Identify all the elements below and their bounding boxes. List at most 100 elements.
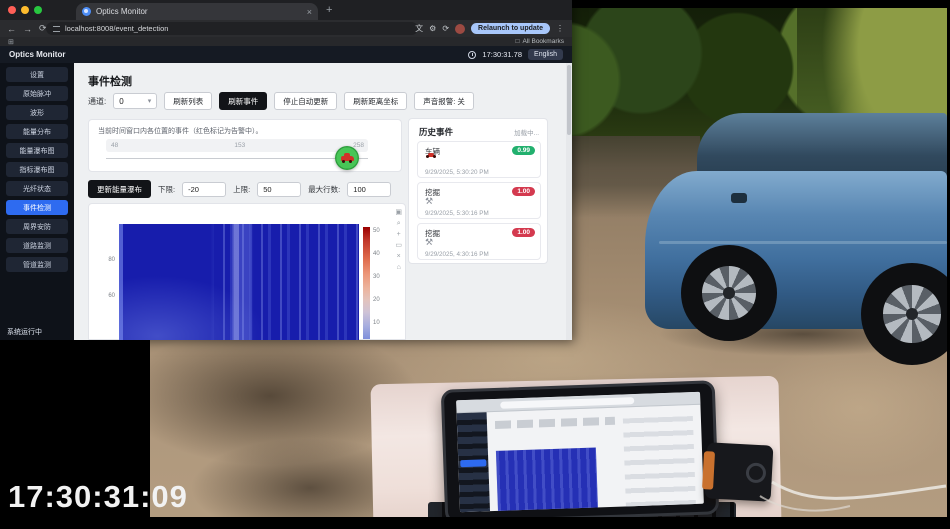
update-waterfall-button[interactable]: 更新能量瀑布 (88, 180, 151, 198)
tablet-app-active-item (460, 459, 486, 467)
colorbar-tick: 50 (373, 228, 380, 234)
tablet-screen (456, 392, 704, 512)
minimize-window-button[interactable] (21, 6, 29, 14)
sidebar-item-event-detection[interactable]: 事件检测 (6, 200, 68, 215)
letterbox-bottom (0, 517, 950, 529)
max-rows-label: 最大行数: (308, 184, 340, 195)
pan-icon[interactable]: + (397, 231, 401, 238)
browser-menu-icon[interactable]: ⋮ (556, 24, 564, 33)
video-timecode: 17:30:31:09 (8, 479, 188, 515)
y-axis-tick: 80 (99, 257, 115, 263)
site-info-icon[interactable] (53, 26, 60, 32)
ruler-axis-line (106, 158, 368, 159)
back-icon[interactable]: ← (7, 24, 16, 34)
position-ruler[interactable]: 48 153 258 (106, 139, 368, 152)
camera-icon[interactable]: ▣ (395, 209, 402, 216)
gear-icon[interactable]: ⚙ (429, 24, 436, 33)
sidebar-item-raw-pulse[interactable]: 原始脉冲 (6, 86, 68, 101)
sidebar-item-energy-waterfall[interactable]: 能量瀑布图 (6, 143, 68, 158)
tab-groups-icon[interactable]: ⊞ (8, 38, 14, 46)
new-tab-button[interactable]: + (326, 5, 332, 16)
ruler-tick: 153 (234, 142, 245, 149)
colorbar-tick: 10 (373, 320, 380, 326)
sidebar-item-settings[interactable]: 设置 (6, 67, 68, 82)
page-scrollbar[interactable] (566, 63, 572, 340)
translate-icon[interactable]: 文 (415, 23, 423, 34)
y-axis-tick: 60 (99, 293, 115, 299)
channel-label: 通道: (88, 96, 106, 107)
tab-favicon (82, 7, 91, 16)
forward-icon[interactable]: → (23, 24, 32, 34)
vehicle-event-marker[interactable] (335, 146, 359, 170)
system-status-text: 系统运行中 (7, 327, 42, 337)
bookmark-folder-icon: □ (516, 38, 520, 45)
pickaxe-icon: ⚒ (425, 197, 433, 206)
browser-toolbar: ← → ⟳ localhost:8008/event_detection 文 ⚙… (0, 20, 572, 37)
tablet-app-buttons (495, 417, 615, 429)
score-badge: 1.00 (512, 228, 535, 237)
tab-strip: Optics Monitor × + (0, 0, 572, 20)
history-title: 历史事件 (419, 126, 453, 138)
refresh-events-button[interactable]: 刷新事件 (219, 92, 267, 110)
page-title: 事件检测 (88, 73, 132, 89)
tablet-browser-bar (456, 392, 700, 414)
sidebar-item-waveform[interactable]: 波形 (6, 105, 68, 120)
maximize-window-button[interactable] (34, 6, 42, 14)
history-events-panel: 历史事件 加载中... 车辆 0.99 9/29/2025, 5:30:20 P… (408, 118, 548, 264)
event-card-excavation[interactable]: 挖掘 1.00 ⚒ 9/29/2025, 5:30:16 PM (417, 182, 541, 219)
upper-limit-label: 上限: (233, 184, 250, 195)
sidebar-item-perimeter-security[interactable]: 周界安防 (6, 219, 68, 234)
colorbar-tick: 30 (373, 274, 380, 280)
video-frame: 17:30:31:09 Optics Monitor × + ← → ⟳ loc… (0, 0, 950, 529)
sidebar-item-energy-dist[interactable]: 能量分布 (6, 124, 68, 139)
car-icon (341, 156, 354, 161)
chevron-down-icon: ▾ (148, 97, 152, 105)
update-icon[interactable]: ⟳ (442, 24, 449, 33)
max-rows-input[interactable]: 100 (347, 182, 391, 197)
app-header: Optics Monitor 17:30:31.78 English (0, 46, 572, 63)
sidebar-item-pipeline-monitoring[interactable]: 管道监测 (6, 257, 68, 272)
box-select-icon[interactable]: ▭ (395, 242, 402, 249)
scene-blue-car (645, 113, 947, 353)
sidebar-item-fiber-status[interactable]: 光纤状态 (6, 181, 68, 196)
app-sidebar: 设置 原始脉冲 波形 能量分布 能量瀑布图 指标瀑布图 光纤状态 事件检测 周界… (0, 63, 74, 340)
lower-limit-input[interactable]: -20 (182, 182, 226, 197)
profile-avatar[interactable] (455, 24, 465, 34)
browser-window: Optics Monitor × + ← → ⟳ localhost:8008/… (0, 0, 572, 340)
app-clock: 17:30:31.78 (482, 50, 522, 59)
home-icon[interactable]: ⌂ (397, 264, 401, 271)
tab-title: Optics Monitor (96, 7, 302, 16)
event-card-vehicle[interactable]: 车辆 0.99 9/29/2025, 5:30:20 PM (417, 141, 541, 178)
address-bar[interactable]: localhost:8008/event_detection (46, 22, 418, 35)
energy-waterfall-heatmap[interactable] (119, 224, 359, 340)
tablet-app-heatmap (496, 447, 598, 512)
channel-select[interactable]: 0 ▾ (113, 93, 157, 109)
chart-modebar: ▣ ⌕ + ▭ × ⌂ (395, 209, 402, 271)
sound-alarm-button[interactable]: 声音报警: 关 (414, 92, 474, 110)
event-card-excavation[interactable]: 挖掘 1.00 ⚒ 9/29/2025, 4:30:16 PM (417, 223, 541, 260)
zoom-icon[interactable]: ⌕ (397, 220, 401, 227)
energy-settings-row: 更新能量瀑布 下限: -20 上限: 50 最大行数: 100 (88, 180, 391, 198)
refresh-list-button[interactable]: 刷新列表 (164, 92, 212, 110)
relaunch-button[interactable]: Relaunch to update (471, 23, 550, 34)
all-bookmarks-button[interactable]: □ All Bookmarks (516, 38, 564, 45)
refresh-distance-button[interactable]: 刷新距离坐标 (344, 92, 407, 110)
browser-tab[interactable]: Optics Monitor × (76, 3, 318, 20)
upper-limit-input[interactable]: 50 (257, 182, 301, 197)
tab-close-icon[interactable]: × (307, 7, 312, 17)
stop-auto-update-button[interactable]: 停止自动更新 (274, 92, 337, 110)
colorbar (363, 227, 370, 339)
sidebar-item-road-monitoring[interactable]: 道路监测 (6, 238, 68, 253)
loading-text: 加载中... (514, 127, 539, 137)
event-time: 9/29/2025, 5:30:16 PM (425, 210, 489, 217)
sidebar-item-indicator-waterfall[interactable]: 指标瀑布图 (6, 162, 68, 177)
url-text: localhost:8008/event_detection (65, 24, 168, 33)
event-time: 9/29/2025, 4:30:16 PM (425, 251, 489, 258)
device-cable (690, 436, 947, 517)
position-events-card: 当前时间窗口内各位置的事件（红色标记为告警中）。 48 153 258 (88, 119, 402, 172)
language-button[interactable]: English (528, 49, 563, 60)
close-window-button[interactable] (8, 6, 16, 14)
tablet-app-list (623, 416, 696, 508)
reset-icon[interactable]: × (397, 253, 401, 260)
events-notice: 当前时间窗口内各位置的事件（红色标记为告警中）。 (98, 126, 263, 136)
